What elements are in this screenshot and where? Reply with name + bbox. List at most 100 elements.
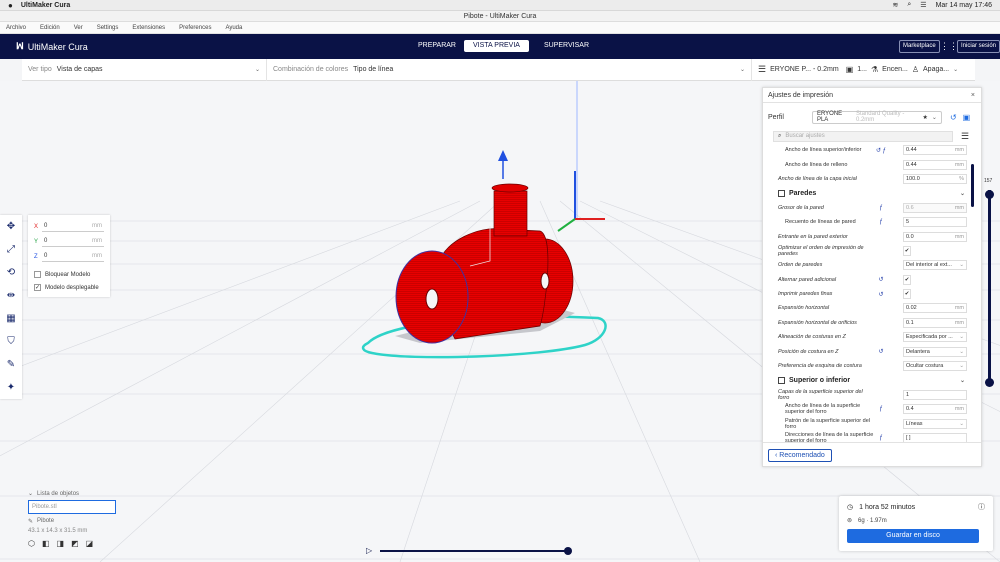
support-blocker-icon[interactable]: ⛉ (0, 330, 22, 353)
z-input[interactable]: 0 mm (42, 252, 104, 262)
color-scheme-select[interactable]: Combinación de colores Tipo de línea ⌄ (267, 58, 752, 81)
setting-value: 0.6 (906, 204, 914, 211)
setting-input[interactable]: 0.4 mm (903, 404, 967, 415)
stage-preparar[interactable]: PREPARAR (412, 40, 462, 52)
drop-model-checkbox[interactable]: ✓ Modelo desplegable (34, 281, 104, 294)
per-model-settings-icon[interactable]: ▦ (0, 307, 22, 330)
menu-preferences[interactable]: Preferences (179, 25, 211, 31)
setting-action-icons[interactable]: ƒ (875, 205, 887, 211)
setting-action-icons[interactable]: ↺ ƒ (875, 147, 887, 154)
setting-action-icons[interactable]: ƒ (875, 219, 887, 225)
view-left-icon[interactable]: ◩ (71, 539, 79, 548)
menu-ayuda[interactable]: Ayuda (225, 25, 242, 31)
view-3d-icon[interactable]: ⬡ (28, 539, 35, 548)
setting-input[interactable]: 0.44 mm (903, 145, 967, 156)
apps-grid-icon[interactable]: ⋮⋮ (940, 41, 958, 52)
setting-input[interactable]: Ocultar costura ⌄ (903, 361, 967, 372)
clock[interactable]: Mar 14 may 17:46 (936, 2, 992, 9)
search-icon[interactable]: ⌕ (907, 1, 911, 9)
progress-handle[interactable] (564, 547, 572, 555)
settings-category[interactable]: Superior o inferior ⌄ (763, 373, 973, 387)
setting-input[interactable]: 1 (903, 389, 967, 400)
save-profile-icon[interactable]: ▣ (963, 113, 971, 122)
profile-select[interactable]: ERYONE PLA Standard Quality - 0.2mm ★ ⌄ (811, 110, 942, 124)
stage-vista-previa[interactable]: VISTA PREVIA (464, 40, 529, 52)
play-icon[interactable]: ▷ (366, 546, 372, 555)
setting-input[interactable]: 5 (903, 217, 967, 228)
wifi-icon[interactable]: ≋ (893, 1, 899, 9)
search-row: ⌕ Buscar ajustes ☰ (763, 129, 981, 143)
close-icon[interactable]: × (971, 88, 975, 103)
setting-value: 1 (906, 391, 910, 398)
setting-input[interactable]: 0.0 mm (903, 231, 967, 242)
app-menu-name[interactable]: UltiMaker Cura (21, 2, 70, 9)
settings-scrollbar[interactable] (971, 164, 974, 207)
view-top-icon[interactable]: ◨ (57, 539, 65, 548)
mirror-tool-icon[interactable]: ⇹ (0, 284, 22, 307)
setting-input[interactable]: 0.1 mm (903, 317, 967, 328)
menu-extensiones[interactable]: Extensiones (132, 25, 165, 31)
save-to-disk-button[interactable]: Guardar en disco (847, 529, 979, 543)
move-tool-icon[interactable]: ✥ (0, 215, 22, 238)
settings-category[interactable]: Paredes ⌄ (763, 186, 973, 200)
control-center-icon[interactable]: ☰ (920, 1, 926, 9)
setting-input[interactable]: 0.6 mm (903, 202, 967, 213)
filename-input[interactable]: Pibote.stl (28, 500, 116, 514)
object-list-header[interactable]: ⌄ Lista de objetos (28, 490, 118, 498)
setting-value: 5 (906, 219, 910, 226)
paint-tool-icon[interactable]: ✦ (0, 376, 22, 399)
setting-input[interactable]: 0.02 mm (903, 303, 967, 314)
setting-input[interactable]: 0.44 mm (903, 159, 967, 170)
setting-label: Posición de costura en Z (778, 348, 839, 355)
view-type-select[interactable]: Ver tipo Vista de capas ⌄ (22, 58, 267, 81)
setting-action-icons[interactable]: ↺ (875, 348, 887, 355)
x-input[interactable]: 0 mm (42, 222, 104, 232)
menu-ver[interactable]: Ver (74, 25, 83, 31)
print-settings-panel: Ajustes de impresión × Perfil ERYONE PLA… (762, 87, 982, 467)
pencil-icon[interactable]: ✎ (28, 518, 33, 525)
setting-input[interactable]: Del interior al ext... ⌄ (903, 260, 967, 271)
info-icon[interactable]: ⓘ (978, 502, 985, 512)
reset-icon[interactable]: ↺ (950, 113, 957, 122)
setting-input[interactable]: 100.0% (903, 173, 967, 184)
progress-fill (380, 550, 570, 552)
setting-row: Posición de costura en Z ↺ Delantera ⌄ (763, 344, 973, 358)
menu-edicion[interactable]: Edición (40, 25, 60, 31)
signin-button[interactable]: Iniciar sesión (957, 40, 1000, 53)
slider-bottom-handle[interactable] (985, 378, 994, 387)
hamburger-menu-icon[interactable]: ☰ (961, 131, 969, 142)
setting-action-icons[interactable]: ↺ (875, 276, 887, 283)
recommended-button[interactable]: ‹ Recomendado (768, 449, 832, 462)
slider-top-handle[interactable] (985, 190, 994, 199)
menu-archivo[interactable]: Archivo (6, 25, 26, 31)
stage-supervisar[interactable]: SUPERVISAR (538, 40, 595, 52)
z-unit: mm (92, 253, 102, 259)
setting-checkbox[interactable]: ✔ (903, 274, 911, 285)
layer-slider[interactable]: 157 (984, 178, 995, 390)
setting-input[interactable]: Delantera ⌄ (903, 346, 967, 357)
y-input[interactable]: 0 mm (42, 237, 104, 247)
setting-checkbox[interactable]: ✔ (903, 289, 911, 300)
measure-tool-icon[interactable]: ✎ (0, 353, 22, 376)
marketplace-button[interactable]: Marketplace (899, 40, 940, 53)
rotate-tool-icon[interactable]: ⟲ (0, 261, 22, 284)
setting-checkbox[interactable]: ✔ (903, 245, 911, 256)
settings-search-input[interactable]: ⌕ Buscar ajustes (773, 130, 953, 142)
setting-label: Alternar pared adicional (778, 276, 837, 283)
view-front-icon[interactable]: ◧ (42, 539, 50, 548)
setting-value: 0.44 (906, 161, 917, 168)
view-right-icon[interactable]: ◪ (86, 539, 94, 548)
setting-action-icons[interactable]: ƒ (875, 435, 887, 441)
scale-tool-icon[interactable]: ⤢ (0, 238, 22, 261)
settings-header: Ajustes de impresión × (763, 88, 981, 103)
setting-action-icons[interactable]: ƒ (875, 406, 887, 412)
menu-settings[interactable]: Settings (97, 25, 119, 31)
print-setup-selector[interactable]: ☰ ERYONE P... - 0.2mm ▣ 1... ⚗ Encen... … (752, 59, 975, 81)
setting-input[interactable]: Especificada por ... ⌄ (903, 332, 967, 343)
setting-action-icons[interactable]: ↺ (875, 291, 887, 298)
setting-input[interactable]: Líneas ⌄ (903, 418, 967, 429)
apple-icon[interactable]: ● (8, 1, 13, 10)
setting-value: 0.02 (906, 305, 917, 312)
lock-model-checkbox[interactable]: Bloquear Modelo (34, 268, 104, 281)
setting-unit: mm (954, 319, 964, 326)
